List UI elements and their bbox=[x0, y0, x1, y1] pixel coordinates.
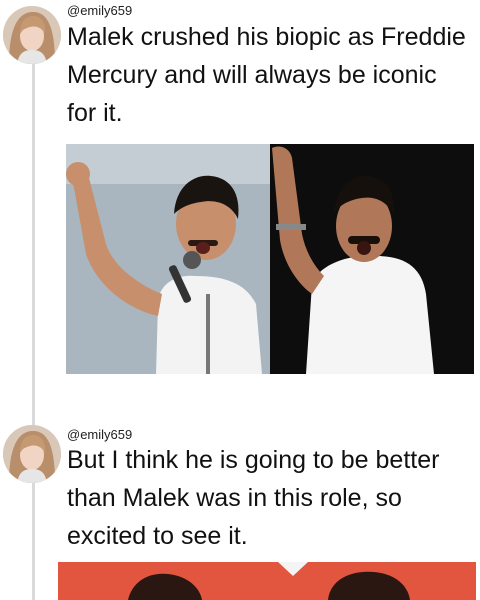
tweet-text: But I think he is going to be better tha… bbox=[67, 446, 440, 550]
tweet-media-preview[interactable] bbox=[58, 562, 476, 600]
tweet-media-image[interactable] bbox=[66, 144, 474, 374]
thread-connector-line bbox=[32, 62, 35, 600]
avatar-photo-icon bbox=[3, 6, 61, 64]
media-preview-photo-icon bbox=[58, 562, 476, 600]
freddie-mercury-comparison-photo-icon bbox=[66, 144, 474, 374]
avatar-photo-icon bbox=[3, 425, 61, 483]
tweet-text: Malek crushed his biopic as Freddie Merc… bbox=[67, 23, 466, 127]
tweet-handle[interactable]: @emily659 bbox=[67, 3, 132, 18]
tweet-handle[interactable]: @emily659 bbox=[67, 427, 132, 442]
avatar[interactable] bbox=[3, 6, 61, 64]
avatar[interactable] bbox=[3, 425, 61, 483]
